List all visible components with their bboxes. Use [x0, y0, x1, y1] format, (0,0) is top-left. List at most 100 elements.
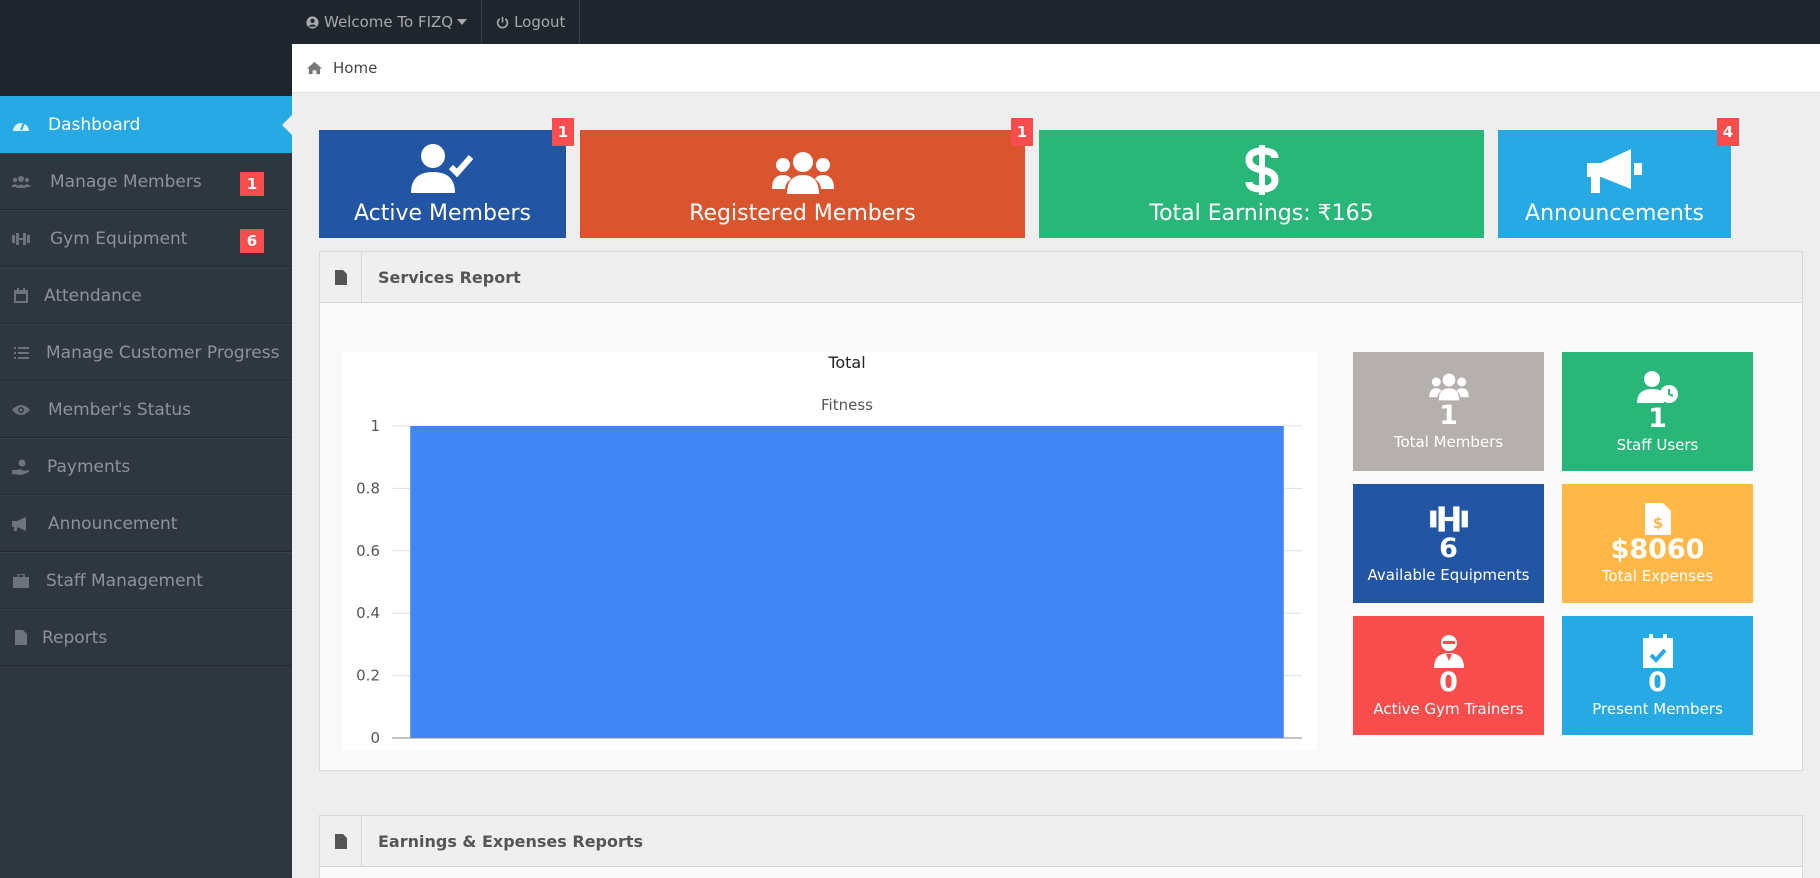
- dashboard-icon: [10, 116, 32, 134]
- sidebar-item-customer-progress[interactable]: Manage Customer Progress: [0, 324, 292, 381]
- power-icon: [496, 16, 509, 28]
- user-clock-icon: [1636, 370, 1678, 403]
- sidebar-item-attendance[interactable]: Attendance: [0, 267, 292, 324]
- home-icon: [307, 61, 322, 75]
- stat-label: Available Equipments: [1367, 565, 1530, 584]
- dumbbell-icon: [1429, 505, 1468, 532]
- widget-header: Earnings & Expenses Reports: [320, 815, 1802, 867]
- stat-value: 0: [1439, 666, 1458, 698]
- user-check-icon: [410, 144, 473, 193]
- sidebar-item-label: Announcement: [48, 513, 178, 534]
- announcements-tile[interactable]: Announcements 4: [1498, 118, 1739, 238]
- widget-title: Services Report: [378, 267, 521, 287]
- sidebar-item-label: Gym Equipment: [50, 228, 188, 249]
- services-chart: Total Fitness 0 0.2 0.4 0.6 0.8 1: [342, 352, 1317, 750]
- stat-value: $8060: [1610, 533, 1705, 565]
- welcome-label: Welcome To FIZQ: [324, 13, 454, 31]
- widget-header: Services Report: [320, 251, 1802, 303]
- sidebar-item-label: Dashboard: [48, 114, 141, 135]
- total-expenses-stat[interactable]: $ $8060 Total Expenses: [1562, 484, 1753, 603]
- stat-value: 0: [1648, 666, 1667, 698]
- chart-title: Total: [827, 353, 865, 372]
- y-tick-label: 0: [370, 729, 380, 747]
- sidebar-item-gym-equipment[interactable]: Gym Equipment 6: [0, 210, 292, 267]
- y-tick-label: 1: [370, 417, 380, 435]
- stat-value: 6: [1439, 532, 1458, 564]
- sidebar-item-member-status[interactable]: Member's Status: [0, 381, 292, 438]
- y-tick-label: 0.2: [356, 667, 380, 685]
- total-earnings-tile[interactable]: Total Earnings: ₹165: [1039, 130, 1484, 238]
- users-icon: [1428, 373, 1469, 400]
- sidebar: Dashboard Manage Members 1 Gym Equipment…: [0, 96, 292, 878]
- staff-users-stat[interactable]: 1 Staff Users: [1562, 352, 1753, 471]
- y-tick-label: 0.4: [356, 604, 380, 622]
- users-icon: [10, 173, 32, 191]
- sidebar-item-label: Member's Status: [48, 399, 192, 420]
- stat-label: Present Members: [1592, 699, 1723, 718]
- sidebar-item-reports[interactable]: Reports: [0, 609, 292, 666]
- sidebar-item-label: Manage Customer Progress: [46, 342, 280, 363]
- registered-members-tile[interactable]: Registered Members 1: [580, 118, 1033, 238]
- active-gym-trainers-stat[interactable]: 0 Active Gym Trainers: [1353, 616, 1544, 735]
- welcome-menu[interactable]: Welcome To FIZQ: [292, 0, 483, 44]
- dumbbell-icon: [10, 230, 32, 248]
- calendar-icon: [10, 287, 32, 305]
- series-label: Fitness: [821, 396, 873, 414]
- tile-badge: 1: [1011, 118, 1033, 146]
- hand-coin-icon: [10, 458, 32, 476]
- tile-label: Announcements: [1525, 201, 1704, 226]
- caret-down-icon: [457, 19, 468, 25]
- bullhorn-icon: [1586, 149, 1642, 193]
- bullhorn-icon: [10, 515, 32, 533]
- tile-label: Registered Members: [689, 201, 916, 226]
- equipment-count-badge: 6: [240, 229, 264, 253]
- svg-text:$: $: [1652, 514, 1662, 532]
- stat-label: Total Expenses: [1601, 566, 1714, 585]
- y-tick-label: 0.6: [356, 542, 380, 560]
- invoice-dollar-icon: $: [1644, 502, 1671, 535]
- list-icon: [10, 344, 32, 362]
- total-members-stat[interactable]: 1 Total Members: [1353, 352, 1544, 471]
- chart-svg: Total Fitness 0 0.2 0.4 0.6 0.8 1: [356, 353, 1302, 747]
- sidebar-item-staff-management[interactable]: Staff Management: [0, 552, 292, 609]
- file-icon: [10, 629, 32, 647]
- top-bar: Welcome To FIZQ Logout: [0, 0, 1820, 96]
- sidebar-item-manage-members[interactable]: Manage Members 1: [0, 153, 292, 210]
- sidebar-item-label: Manage Members: [50, 171, 202, 192]
- sidebar-item-dashboard[interactable]: Dashboard: [0, 96, 292, 153]
- dollar-icon: [1244, 145, 1279, 195]
- y-tick-label: 0.8: [356, 479, 380, 497]
- tile-label: Total Earnings: ₹165: [1149, 201, 1374, 226]
- sidebar-item-announcement[interactable]: Announcement: [0, 495, 292, 552]
- trainer-icon: [1433, 634, 1464, 668]
- available-equipments-stat[interactable]: 6 Available Equipments: [1353, 484, 1544, 603]
- present-members-stat[interactable]: 0 Present Members: [1562, 616, 1753, 735]
- active-members-tile[interactable]: Active Members 1: [319, 118, 574, 238]
- sidebar-item-label: Staff Management: [46, 570, 203, 591]
- user-circle-icon: [306, 15, 319, 29]
- calendar-check-icon: [1642, 633, 1673, 668]
- sidebar-item-label: Attendance: [44, 285, 142, 306]
- chart-bar: [410, 426, 1284, 738]
- members-count-badge: 1: [240, 172, 264, 196]
- services-report-widget: Services Report Total Fitness 0 0.2 0.4 0.6 0.…: [319, 251, 1803, 771]
- tile-label: Active Members: [354, 201, 531, 226]
- earnings-expenses-widget: Earnings & Expenses Reports: [319, 815, 1803, 878]
- sidebar-item-label: Reports: [42, 627, 108, 648]
- top-nav: Welcome To FIZQ Logout: [292, 0, 581, 44]
- sidebar-item-label: Payments: [47, 456, 131, 477]
- stat-label: Staff Users: [1616, 435, 1699, 454]
- users-icon: [771, 152, 834, 194]
- sidebar-item-payments[interactable]: Payments: [0, 438, 292, 495]
- file-icon: [320, 815, 362, 867]
- logout-button[interactable]: Logout: [482, 0, 581, 44]
- stat-label: Total Members: [1393, 432, 1504, 451]
- stat-value: 1: [1648, 402, 1667, 434]
- breadcrumb-home-link[interactable]: Home: [333, 59, 377, 77]
- tile-badge: 4: [1717, 118, 1739, 146]
- briefcase-icon: [10, 572, 32, 590]
- stat-label: Active Gym Trainers: [1373, 699, 1524, 718]
- file-icon: [320, 251, 362, 303]
- eye-icon: [10, 401, 32, 419]
- breadcrumb: Home: [292, 44, 1820, 93]
